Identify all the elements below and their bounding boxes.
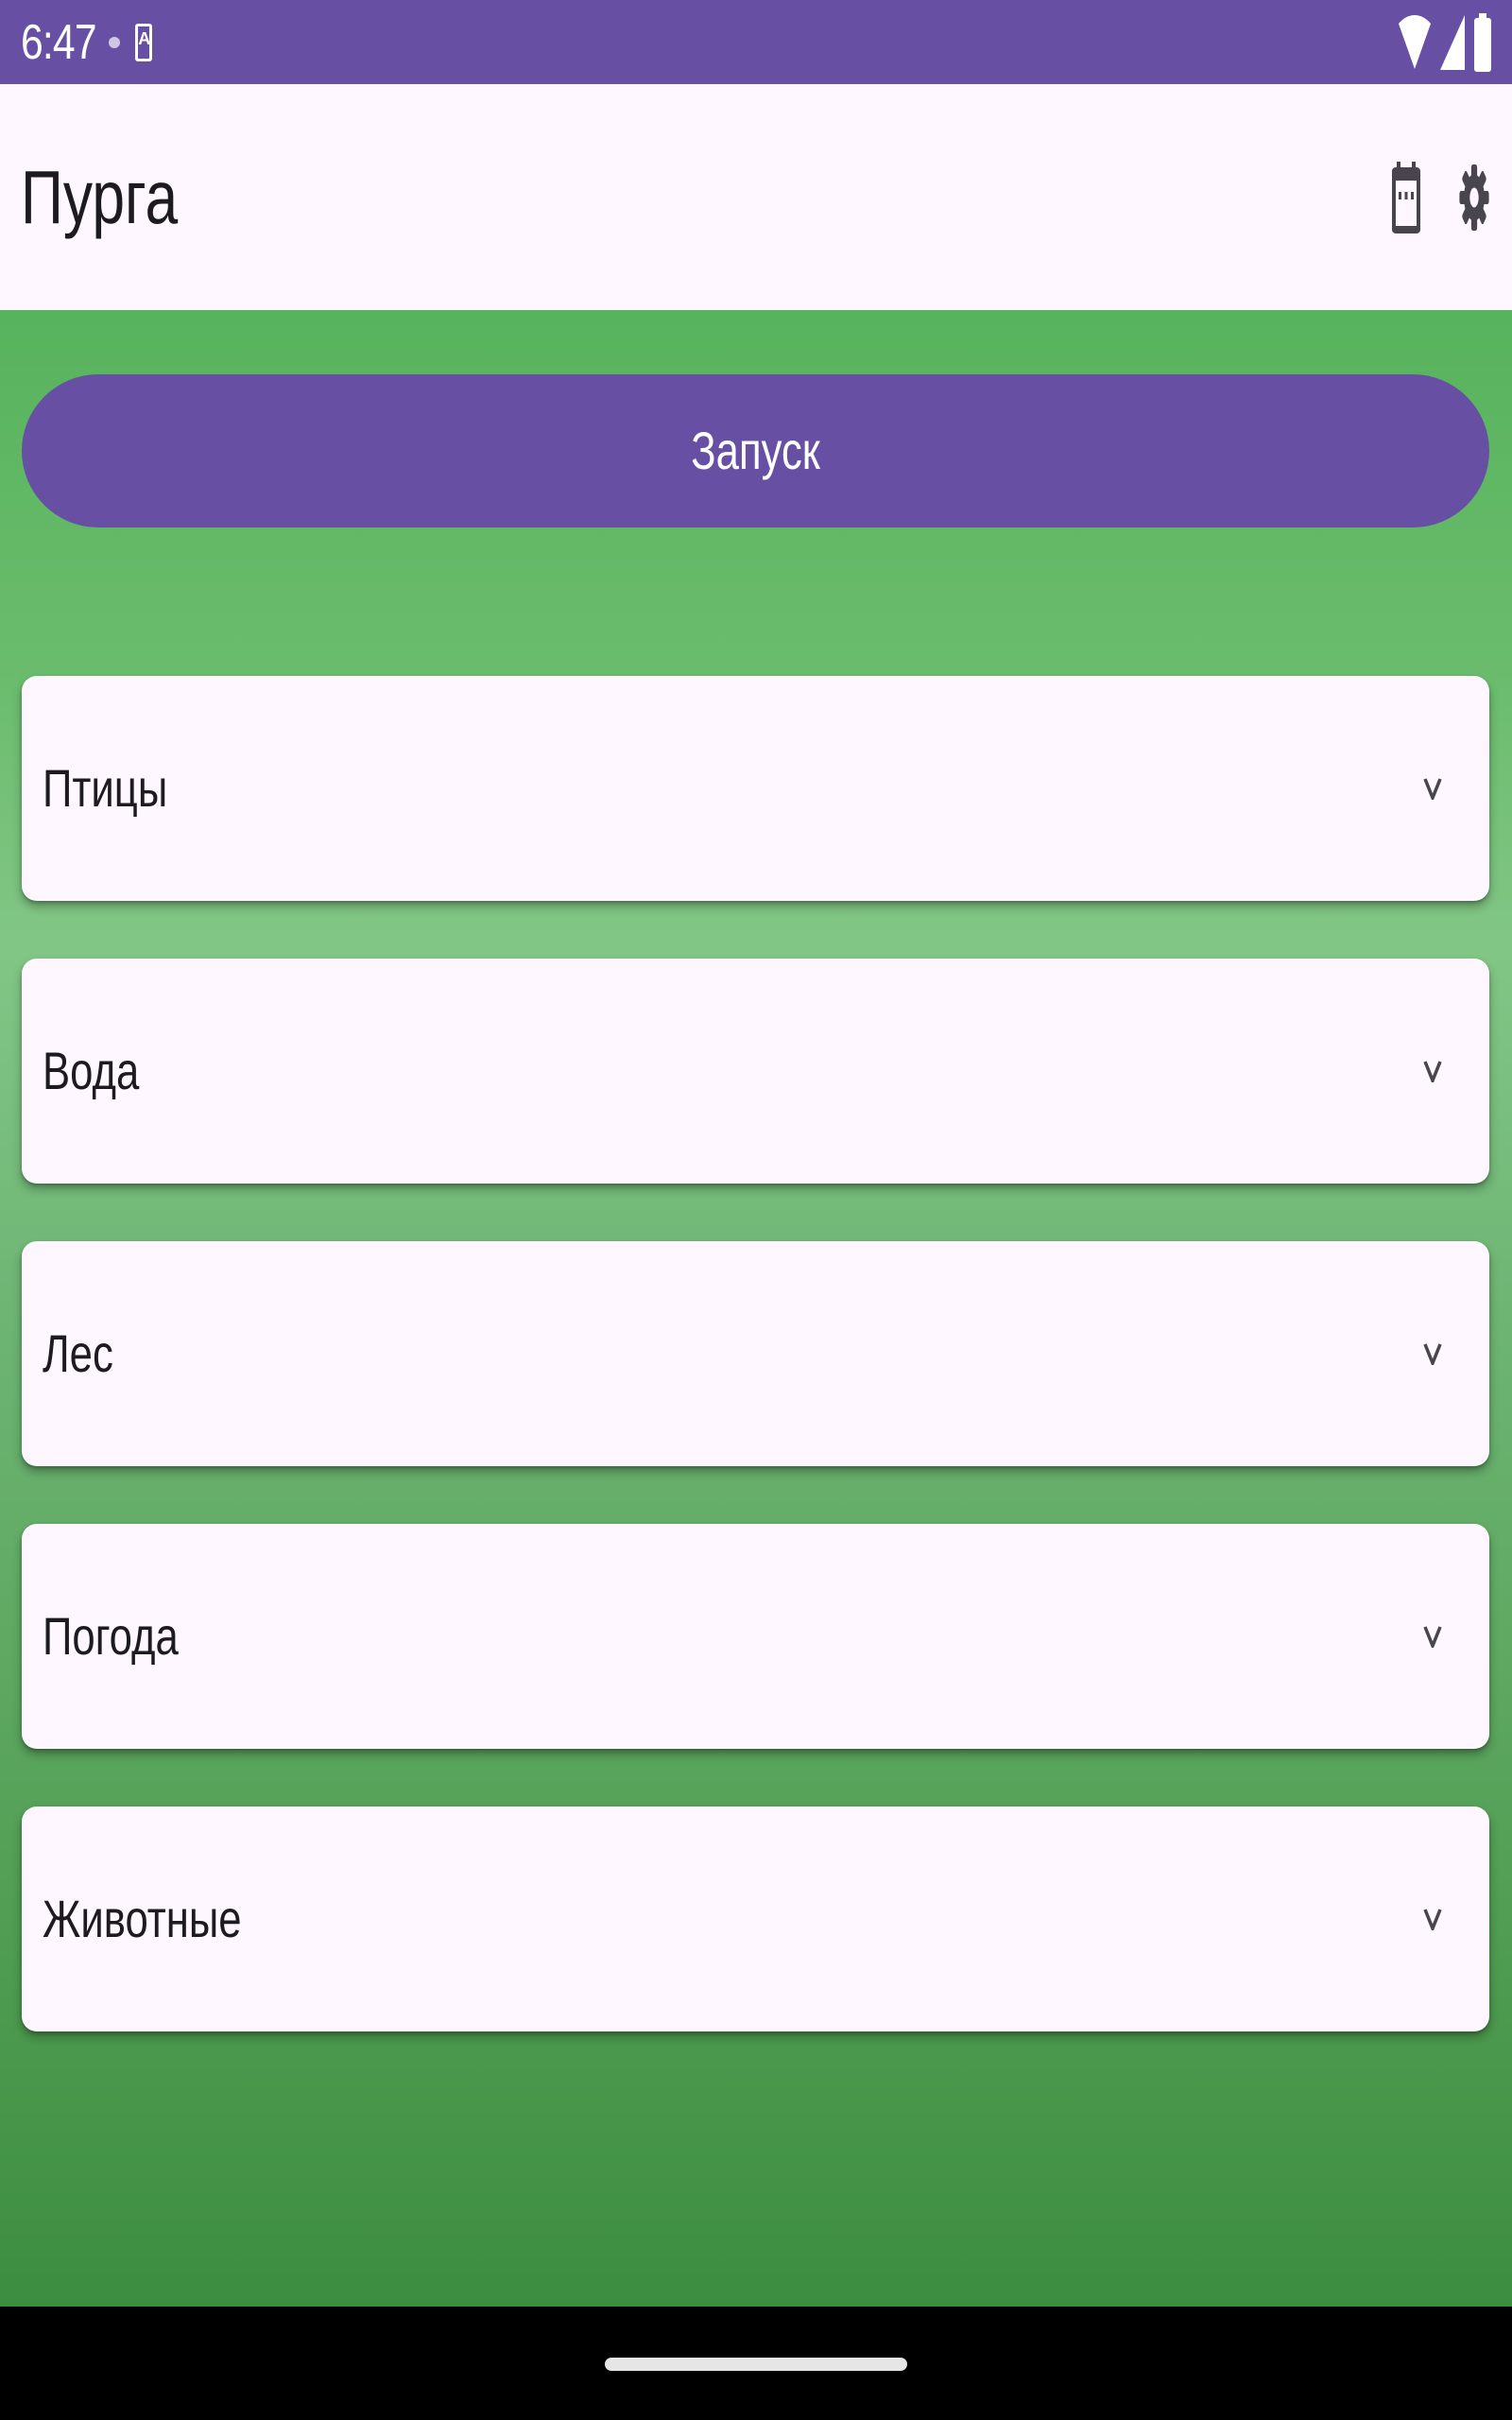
- chevron-down-icon: [1414, 676, 1452, 901]
- status-time: 6:47: [21, 14, 97, 70]
- chevron-down-icon: [1414, 1524, 1452, 1749]
- category-label: Вода: [43, 1041, 140, 1100]
- launch-button-label: Запуск: [691, 421, 820, 480]
- category-card-birds[interactable]: Птицы: [22, 676, 1489, 901]
- category-card-animals[interactable]: Животные: [22, 1806, 1489, 2031]
- signal-icon: [1440, 14, 1465, 70]
- wifi-icon: [1399, 14, 1431, 69]
- status-bar: 6:47: [0, 0, 1512, 84]
- keyboard-notification-icon: [135, 23, 153, 61]
- category-card-forest[interactable]: Лес: [22, 1241, 1489, 1466]
- category-card-weather[interactable]: Погода: [22, 1524, 1489, 1749]
- launch-button[interactable]: Запуск: [22, 374, 1489, 527]
- category-label: Лес: [43, 1323, 113, 1383]
- home-gesture-handle[interactable]: [605, 2358, 907, 2371]
- app-title: Пурга: [21, 154, 179, 239]
- category-card-water[interactable]: Вода: [22, 959, 1489, 1184]
- category-label: Птицы: [43, 758, 168, 818]
- main-content: Запуск Птицы Вода Лес Погода Животные: [0, 310, 1512, 2307]
- app-bar: Пурга: [0, 84, 1512, 310]
- chevron-down-icon: [1414, 1241, 1452, 1466]
- category-label: Животные: [43, 1889, 242, 1948]
- status-right: [1399, 12, 1491, 72]
- battery-icon: [1474, 12, 1491, 72]
- chevron-down-icon: [1414, 1806, 1452, 2031]
- notification-dot-icon: [109, 36, 121, 48]
- chevron-down-icon: [1414, 959, 1452, 1184]
- settings-gear-icon[interactable]: [1446, 160, 1503, 235]
- calendar-icon[interactable]: [1378, 160, 1435, 235]
- category-label: Погода: [43, 1606, 179, 1666]
- navigation-bar: [0, 2307, 1512, 2420]
- status-left: 6:47: [21, 14, 153, 70]
